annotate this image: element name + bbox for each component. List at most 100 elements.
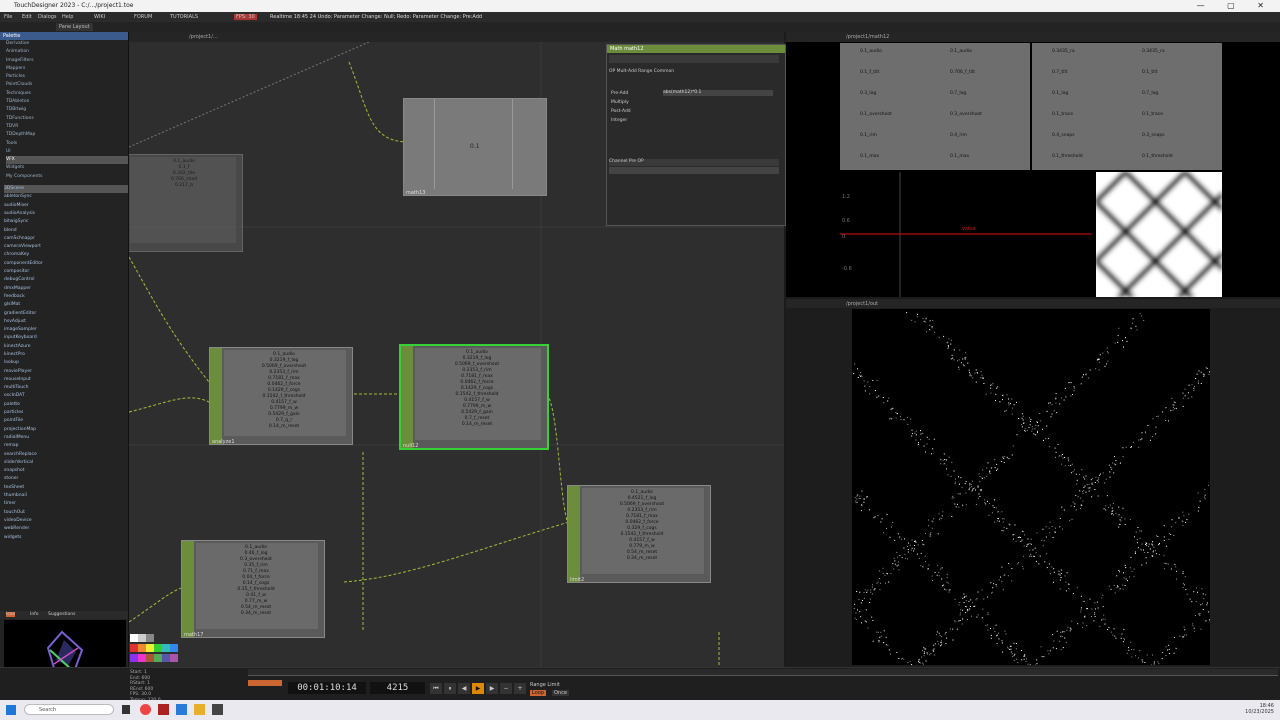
network-path[interactable]: /project1/... xyxy=(189,34,218,40)
palette-item[interactable]: lookup xyxy=(4,359,128,367)
palette-item[interactable]: snapshot xyxy=(4,467,128,475)
node-null12[interactable]: 0.1_audio 0.3219_f_log 0.5069_f_overshoot 0… xyxy=(399,344,549,450)
palette-item[interactable]: audioMixer xyxy=(4,202,128,210)
palette-item[interactable]: compositor xyxy=(4,268,128,276)
node-limit2[interactable]: 0.1_audio 0.4521_f_log 0.5069_f_overshoot 0… xyxy=(567,485,711,583)
taskbar-search[interactable]: Search xyxy=(24,704,114,715)
node-math13[interactable]: 0.1 math13 xyxy=(403,98,547,196)
palette-item[interactable]: kinectAzure xyxy=(4,343,128,351)
app-icon-1[interactable] xyxy=(158,704,169,715)
palette-item[interactable]: webRender xyxy=(4,525,128,533)
palette-item[interactable]: pointFile xyxy=(4,417,128,425)
viewer-bottom[interactable]: /project1/out xyxy=(786,299,1280,667)
menu-forum[interactable]: FORUM xyxy=(134,14,152,20)
palette-tree-item[interactable]: TDVR xyxy=(6,123,128,131)
palette-tree-item[interactable]: Derivative xyxy=(6,40,128,48)
step-back-button[interactable]: ◀ xyxy=(458,683,470,694)
palette-item[interactable]: timer xyxy=(4,500,128,508)
palette-tree-item[interactable]: ImageFilters xyxy=(6,57,128,65)
palette-item[interactable]: radialMenu xyxy=(4,434,128,442)
palette-item[interactable]: videoDevice xyxy=(4,517,128,525)
parameter-toolbar[interactable] xyxy=(609,55,779,63)
palette-tree-item[interactable]: TDFunctions xyxy=(6,115,128,123)
palette-item[interactable]: kinectPro xyxy=(4,351,128,359)
tab-pane-layout[interactable]: Pane Layout xyxy=(56,23,93,31)
palette-item[interactable]: mouseInput xyxy=(4,376,128,384)
minus-button[interactable]: − xyxy=(500,683,512,694)
palette-item[interactable]: gradientEditor xyxy=(4,310,128,318)
menu-file[interactable]: File xyxy=(4,14,12,20)
palette-item[interactable]: dmxMapper xyxy=(4,285,128,293)
window-controls[interactable]: — ▢ ✕ xyxy=(1197,1,1274,10)
windows-start-icon[interactable] xyxy=(6,705,16,715)
parameter-row[interactable]: Multiply xyxy=(611,98,631,107)
palette-tree-item[interactable]: My Components xyxy=(6,173,128,181)
palette-item[interactable]: abletonSync xyxy=(4,193,128,201)
palette-item[interactable]: palette xyxy=(4,401,128,409)
palette-item[interactable]: moviePlayer xyxy=(4,368,128,376)
palette-item[interactable]: widgets xyxy=(4,534,128,542)
palette-item[interactable]: 3DScene xyxy=(4,185,128,194)
palette-item[interactable]: remap xyxy=(4,442,128,450)
palette-item[interactable]: sliderVertical xyxy=(4,459,128,467)
palette-item[interactable]: cameraViewport xyxy=(4,243,128,251)
palette-item[interactable]: blend xyxy=(4,227,128,235)
palette-item[interactable]: oscInDAT xyxy=(4,392,128,400)
palette-tree-item[interactable]: TDAbleton xyxy=(6,98,128,106)
frame-display[interactable]: 4215 xyxy=(370,682,425,694)
palette-tree-item[interactable]: UI xyxy=(6,148,128,156)
color-swatches[interactable] xyxy=(130,634,178,668)
parameter-value-field[interactable]: abs(math12)*0.1 xyxy=(663,90,773,96)
palette-tree-item[interactable]: VFX xyxy=(6,156,128,165)
palette-item[interactable]: feedback xyxy=(4,293,128,301)
palette-tree-item[interactable]: Animation xyxy=(6,48,128,56)
play-button[interactable]: ▶ xyxy=(472,683,484,694)
tab-suggestions[interactable]: Suggestions xyxy=(48,612,76,617)
timecode-display[interactable]: 00:01:10:14 xyxy=(288,682,366,694)
palette-item[interactable]: particles xyxy=(4,409,128,417)
loop-button[interactable]: Loop xyxy=(530,690,546,696)
palette-item[interactable]: imageSampler xyxy=(4,326,128,334)
palette-tree-item[interactable]: Particles xyxy=(6,73,128,81)
palette-item[interactable]: multiTouch xyxy=(4,384,128,392)
menu-wiki[interactable]: WIKI xyxy=(94,14,105,20)
touchdesigner-icon[interactable] xyxy=(212,704,223,715)
palette-tree-item[interactable]: Widgets xyxy=(6,164,128,172)
palette-tree-item[interactable]: Tools xyxy=(6,140,128,148)
palette-tree-item[interactable]: Mappers xyxy=(6,65,128,73)
pause-button[interactable]: ⏸ xyxy=(444,683,456,694)
menu-dialogs[interactable]: Dialogs xyxy=(38,14,57,20)
tab-info[interactable]: Info xyxy=(30,612,39,617)
browser-icon[interactable] xyxy=(140,704,151,715)
palette-tree-item[interactable]: TDBitwig xyxy=(6,106,128,114)
folder-icon[interactable] xyxy=(194,704,205,715)
palette-item[interactable]: bitwigSync xyxy=(4,218,128,226)
plus-button[interactable]: + xyxy=(514,683,526,694)
parameter-tabs[interactable]: OP Mult-Add Range Common xyxy=(609,69,674,74)
palette-tree-item[interactable]: PointClouds xyxy=(6,81,128,89)
node-noise1[interactable]: 0.1_audio 0.1_f 0.342_tile 0.706_shad 0.217_… xyxy=(129,154,243,252)
palette-item[interactable]: texSheet xyxy=(4,484,128,492)
menu-help[interactable]: Help xyxy=(62,14,73,20)
once-button[interactable]: Once xyxy=(552,690,569,696)
parameter-window[interactable]: Math math12 OP Mult-Add Range Common Pre… xyxy=(606,44,786,226)
palette-item[interactable]: audioAnalysis xyxy=(4,210,128,218)
palette-item[interactable]: chromaKey xyxy=(4,251,128,259)
palette-item[interactable]: searchReplace xyxy=(4,451,128,459)
task-view-icon[interactable] xyxy=(122,705,130,714)
parameter-row[interactable]: Post-Add xyxy=(611,107,631,116)
tab-icon[interactable]: Icon xyxy=(6,612,16,617)
menu-edit[interactable]: Edit xyxy=(22,14,32,20)
palette-item[interactable]: hsvAdjust xyxy=(4,318,128,326)
palette-item[interactable]: componentEditor xyxy=(4,260,128,268)
palette-item[interactable]: thumbnail xyxy=(4,492,128,500)
palette-item[interactable]: glslMat xyxy=(4,301,128,309)
palette-item[interactable]: projectionMap xyxy=(4,426,128,434)
palette-tree-item[interactable]: TDDepthMap xyxy=(6,131,128,139)
palette-tree-item[interactable]: Techniques xyxy=(6,90,128,98)
timeline-ruler[interactable] xyxy=(248,669,1278,676)
app-icon-2[interactable] xyxy=(176,704,187,715)
parameter-row[interactable]: Integer xyxy=(611,116,631,125)
timeline-mode-button[interactable] xyxy=(248,680,282,686)
palette-item[interactable]: inputKeyboard xyxy=(4,334,128,342)
